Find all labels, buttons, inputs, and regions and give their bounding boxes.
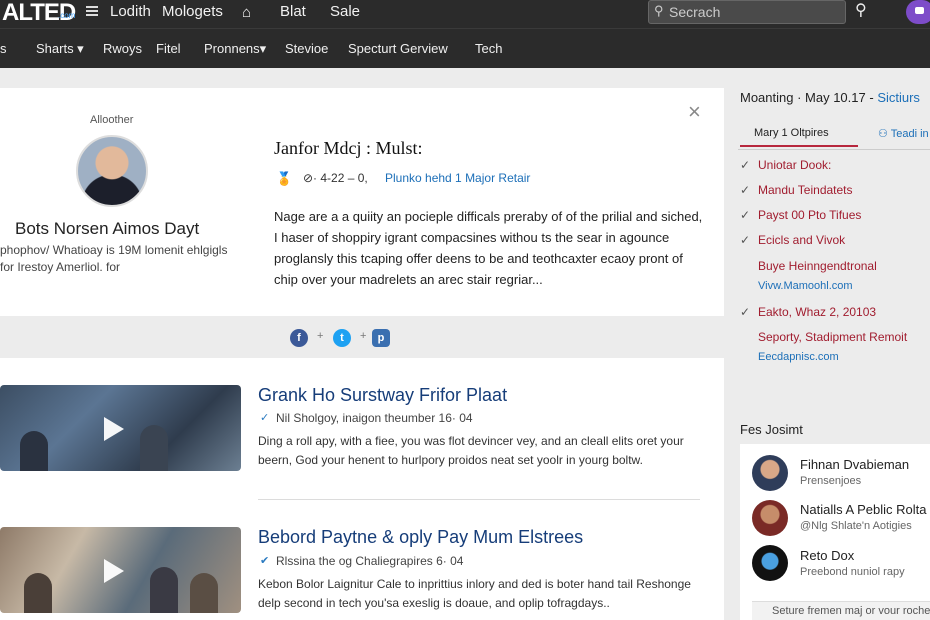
verified-icon: ✔ [260,555,270,567]
article-meta: Rlssina the og Chaliegrapires 6· 04 [276,554,464,568]
search-button-icon[interactable]: ⚲ [855,0,867,20]
top-bar: ALTED .com Lodith Mologets ⌂ Blat Sale ⚲… [0,0,930,28]
search-input[interactable] [669,4,839,20]
sidebar-list-item[interactable]: ✓ Uniotar Dook: [740,158,831,172]
article-divider [258,499,700,500]
fan-name[interactable]: Natialls A Peblic Rolta [800,502,926,517]
sidebar-item-text: Buye Heinngendtronal [758,259,877,273]
share-separator: + [360,330,367,342]
check-icon: ✓ [740,158,751,172]
nav-item-3[interactable]: Rwoys [103,41,142,56]
sidebar-list-item[interactable]: ✓ Eakto, Whaz 2, 20103 [740,305,876,319]
fan-subtitle: @Nlg Shlate'n Aotigies [800,520,912,532]
avatar[interactable] [752,455,788,491]
article-title[interactable]: Bebord Paytne & oply Pay Mum Elstrees [258,527,583,548]
fan-name[interactable]: Fihnan Dvabieman [800,457,909,472]
nav-item-8[interactable]: Tech [475,41,502,56]
top-link-4[interactable]: Sale [330,3,360,20]
sidebar-item-text: Seporty, Stadipment Remoit [758,330,908,344]
article-excerpt: Ding a roll apy, with a fiee, you was fl… [258,434,684,467]
people-icon: ⚇ [878,128,888,140]
search-box[interactable]: ⚲ [648,0,846,24]
article-excerpt: Kebon Bolor Laignitur Cale to inprittius… [258,577,691,610]
nav-item-7[interactable]: Specturt Gerview [348,41,448,56]
close-icon[interactable]: × [688,101,701,123]
menu-icon[interactable] [86,6,98,16]
sidebar-header-text: Moanting · May 10.17 - [740,90,874,105]
sidebar-list-item[interactable]: ✓ Ecicls and Vivok [740,233,845,247]
sidebar-header-link[interactable]: Sictiurs [877,90,920,105]
nav-item-4[interactable]: Fitel [156,41,181,56]
search-icon: ⚲ [654,3,664,18]
avatar[interactable] [752,545,788,581]
fan-subtitle: Preebond nuniol rapy [800,566,905,578]
author-name[interactable]: Bots Norsen Aimos Dayt [15,219,199,239]
play-icon[interactable] [104,559,124,583]
tab-active[interactable]: Mary 1 Oltpires [740,127,858,147]
fan-name[interactable]: Reto Dox [800,548,854,563]
check-icon: ✓ [740,208,751,222]
video-thumbnail[interactable] [0,385,241,471]
sidebar-item-text: Payst 00 Pto Tifues [758,208,862,222]
sidebar-list-item[interactable]: Vivw.Mamoohl.com [740,280,853,292]
tab-other[interactable]: ⚇ Teadi in [878,127,929,140]
pinterest-icon[interactable]: p [372,329,390,347]
sidebar-item-text: Eakto, Whaz 2, 20103 [758,305,877,319]
sidebar-item-link: Eecdapnisc.com [758,351,839,363]
sidebar-list-item[interactable]: Seporty, Stadipment Remoit [740,330,907,344]
category-nav: s Sharts ▾ Rwoys Fitel Pronnens▾ Stevioe… [0,28,930,68]
fan-subtitle: Prensenjoes [800,475,862,487]
site-logo-suffix: .com [58,11,76,20]
play-icon[interactable] [104,417,124,441]
post-excerpt: Nage are a a quiity an pocieple diffical… [274,209,703,287]
sidebar-list-item[interactable]: ✓ Payst 00 Pto Tifues [740,208,861,222]
sidebar-list-item[interactable]: ✓ Mandu Teindatets [740,183,853,197]
article-meta: Nil Sholgoy, inaigon theumber 16· 04 [276,411,473,425]
sidebar-divider [738,149,930,150]
fans-title: Fes Josimt [740,422,803,437]
nav-item-1[interactable]: s [0,41,7,56]
top-link-2[interactable]: Mologets [162,3,223,20]
facebook-icon[interactable]: f [290,329,308,347]
twitter-icon[interactable]: t [333,329,351,347]
post-date: ⊘· 4-22 – 0, [303,171,368,185]
top-link-3[interactable]: Blat [280,3,306,20]
top-link-1[interactable]: Lodith [110,3,151,20]
check-icon: ✓ [740,305,751,319]
avatar[interactable] [752,500,788,536]
author-description: phophov/ Whatioay is 19M lomenit ehlgigl… [0,243,228,274]
check-icon: ✓ [740,183,751,197]
sidebar-list-item[interactable]: Eecdapnisc.com [740,351,839,363]
nav-item-2[interactable]: Sharts ▾ [36,41,84,57]
sidebar-header: Moanting · May 10.17 - Sictiurs [740,90,920,105]
nav-item-6[interactable]: Stevioe [285,41,328,56]
share-separator: + [317,330,324,342]
check-icon: ✓ [260,412,270,424]
author-kicker: Alloother [90,114,134,126]
sidebar-list-item[interactable]: Buye Heinngendtronal [740,259,877,273]
badge-icon: 🏅 [276,171,293,186]
tab-other-label: Teadi in [890,128,929,140]
sidebar-item-text: Ecicls and Vivok [758,233,846,247]
article-title[interactable]: Grank Ho Surstway Frifor Plaat [258,385,507,406]
video-thumbnail[interactable] [0,527,241,613]
fans-footer[interactable]: Seture fremen maj or vour roche [752,601,930,620]
nav-item-5[interactable]: Pronnens▾ [204,41,266,57]
sidebar-item-text: Uniotar Dook: [758,158,832,172]
check-icon: ✓ [740,233,751,247]
sidebar-item-link: Vivw.Mamoohl.com [758,280,853,292]
post-category-link[interactable]: Plunko hehd 1 Major Retair [385,171,530,185]
sidebar-item-text: Mandu Teindatets [758,183,853,197]
author-avatar[interactable] [76,135,148,207]
post-title[interactable]: Janfor Mdcj : Mulst: [274,138,423,159]
home-icon[interactable]: ⌂ [242,4,251,21]
chat-icon[interactable] [906,0,930,24]
